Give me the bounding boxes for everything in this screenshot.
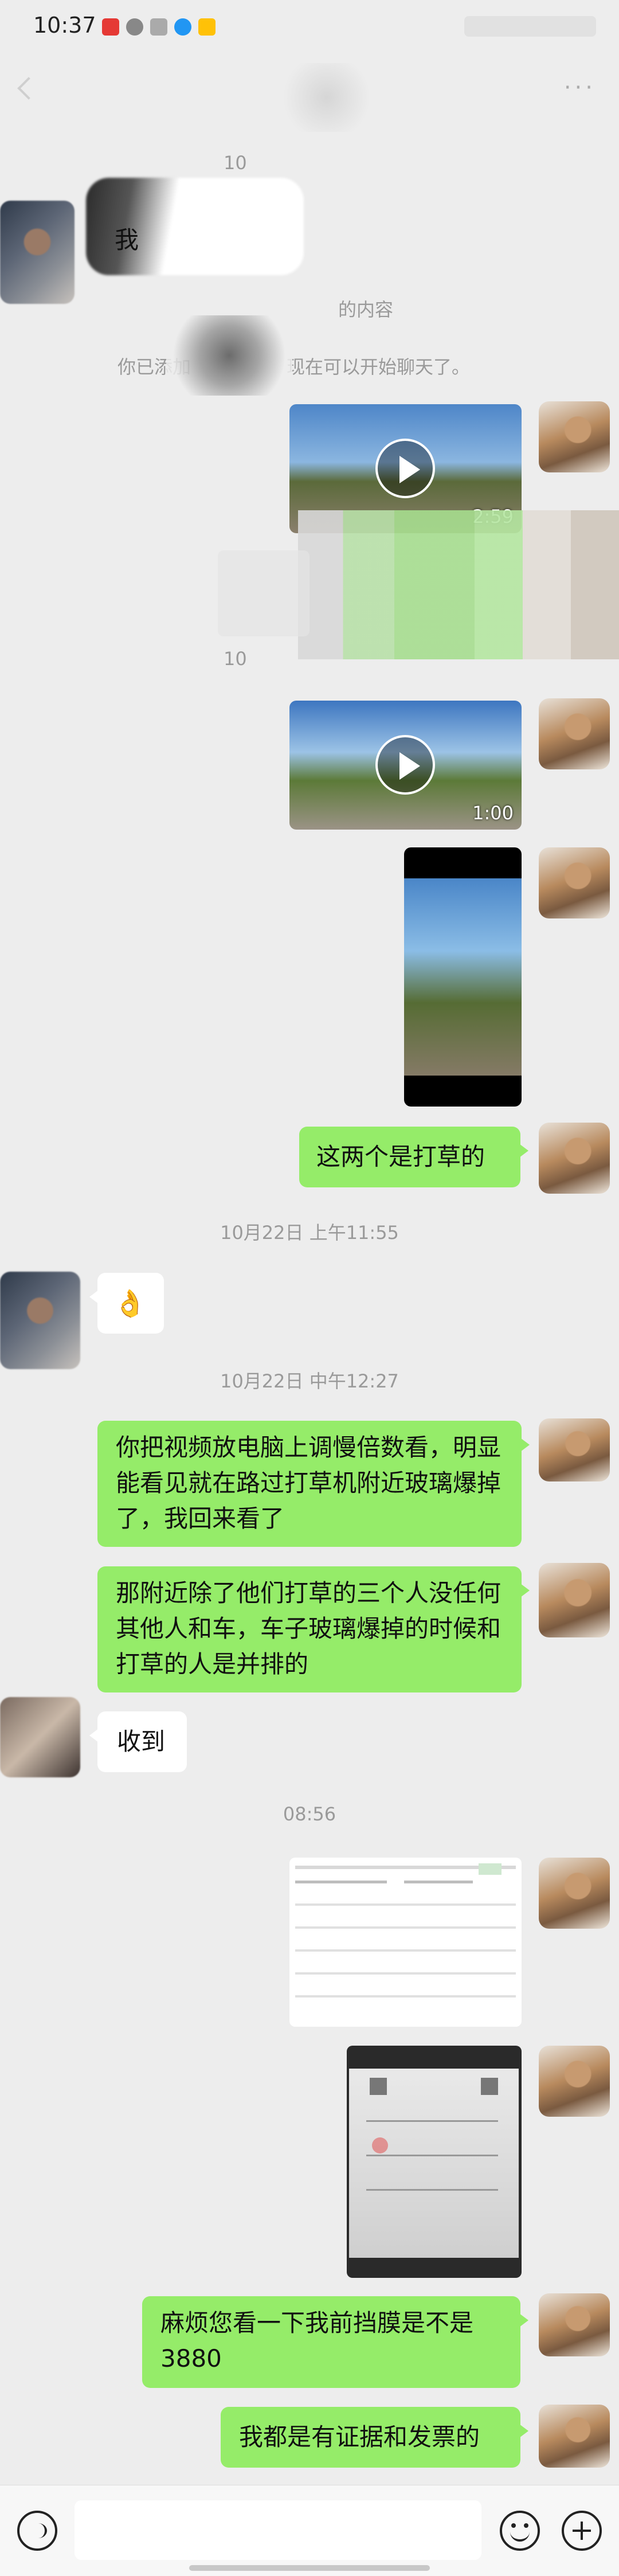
- status-indicators: [464, 16, 596, 37]
- timestamp-top: 10: [224, 152, 247, 174]
- message-bubble[interactable]: 这两个是打草的: [299, 1127, 528, 1187]
- greeting-fragment: 我: [115, 226, 139, 254]
- home-indicator: [189, 2565, 430, 2571]
- video-duration: 1:00: [472, 802, 514, 824]
- user-avatar[interactable]: [539, 1123, 610, 1194]
- notification-icon: [150, 18, 167, 36]
- message-bubble[interactable]: 麻烦您看一下我前挡膜是不是3880: [142, 2296, 528, 2388]
- user-avatar[interactable]: [539, 2405, 610, 2468]
- message-bubble[interactable]: 那附近除了他们打草的三个人没任何其他人和车，车子玻璃爆掉的时候和打草的人是并排的: [97, 1566, 530, 1692]
- blur-overlay: [218, 550, 310, 636]
- image-message-invoice[interactable]: [289, 1858, 522, 2027]
- back-chevron-icon[interactable]: [17, 77, 40, 100]
- video-message[interactable]: 1:00: [289, 701, 522, 830]
- plus-icon[interactable]: [562, 2511, 602, 2551]
- app-icon: [198, 18, 216, 36]
- system-notice: 的内容: [338, 299, 394, 320]
- app-notification-icon: [102, 18, 119, 36]
- user-avatar[interactable]: [539, 2046, 610, 2117]
- blur-overlay: [166, 315, 292, 396]
- play-icon[interactable]: [375, 439, 435, 498]
- user-avatar[interactable]: [539, 1418, 610, 1482]
- chat-input-bar: [0, 2485, 619, 2576]
- status-time: 10:37: [33, 13, 96, 38]
- video-message-vertical[interactable]: [404, 847, 522, 1107]
- voice-icon[interactable]: [17, 2511, 57, 2551]
- qq-icon: [174, 18, 191, 36]
- system-notice-start: 现在可以开始聊天了。: [287, 356, 471, 378]
- user-avatar[interactable]: [539, 1563, 610, 1637]
- play-icon[interactable]: [375, 735, 435, 795]
- user-avatar[interactable]: [539, 1858, 610, 1929]
- chat-notification-icon: [126, 18, 143, 36]
- image-message-receipt[interactable]: [347, 2046, 522, 2278]
- contact-avatar[interactable]: [0, 1697, 80, 1777]
- user-avatar[interactable]: [539, 698, 610, 769]
- user-avatar[interactable]: [539, 2293, 610, 2356]
- emoji-icon[interactable]: [500, 2511, 540, 2551]
- contact-avatar: [0, 201, 75, 304]
- blur-overlay: [275, 63, 378, 132]
- timestamp-mid: 10: [224, 648, 247, 670]
- contact-avatar[interactable]: [0, 1272, 80, 1369]
- timestamp: 10月22日 中午12:27: [220, 1370, 399, 1392]
- user-avatar[interactable]: [539, 401, 610, 472]
- mosaic-overlay: [298, 510, 619, 659]
- message-bubble[interactable]: 你把视频放电脑上调慢倍数看，明显能看见就在路过打草机附近玻璃爆掉了，我回来看了: [97, 1421, 530, 1547]
- user-avatar[interactable]: [539, 847, 610, 918]
- message-bubble[interactable]: 收到: [89, 1711, 187, 1772]
- message-bubble[interactable]: 我都是有证据和发票的: [221, 2407, 528, 2468]
- more-icon[interactable]: ···: [564, 75, 596, 101]
- timestamp: 08:56: [283, 1803, 336, 1825]
- message-bubble-emoji[interactable]: 👌: [89, 1273, 164, 1334]
- message-input[interactable]: [75, 2500, 481, 2560]
- timestamp: 10月22日 上午11:55: [220, 1222, 399, 1244]
